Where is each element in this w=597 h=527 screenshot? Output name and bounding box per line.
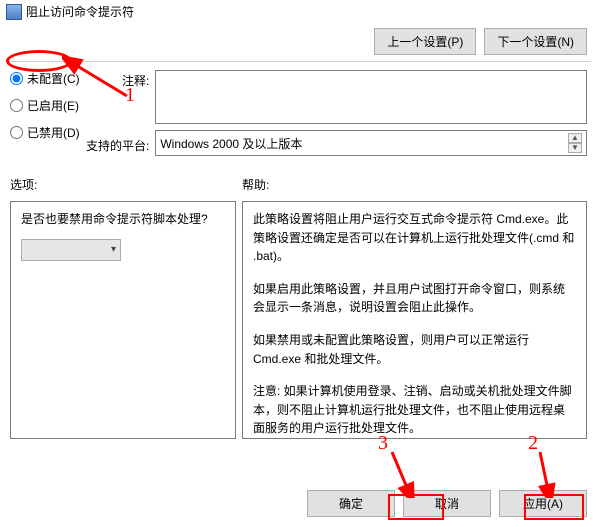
help-label: 帮助: — [242, 176, 269, 193]
help-p2: 如果启用此策略设置，并且用户试图打开命令窗口，则系统会显示一条消息，说明设置会阻… — [253, 280, 576, 317]
window-title: 阻止访问命令提示符 — [26, 3, 134, 20]
spin-up-icon[interactable]: ▲ — [568, 133, 582, 143]
cancel-button[interactable]: 取消 — [403, 490, 491, 517]
title-bar: 阻止访问命令提示符 — [0, 0, 597, 22]
apply-button[interactable]: 应用(A) — [499, 490, 587, 517]
state-radio-group: 未配置(C) 已启用(E) 已禁用(D) — [10, 70, 80, 156]
lower-panels: 是否也要禁用命令提示符脚本处理? ▾ 此策略设置将阻止用户运行交互式命令提示符 … — [0, 197, 597, 439]
help-p1: 此策略设置将阻止用户运行交互式命令提示符 Cmd.exe。此策略设置还确定是否可… — [253, 210, 576, 266]
options-question: 是否也要禁用命令提示符脚本处理? — [21, 210, 225, 229]
config-area: 未配置(C) 已启用(E) 已禁用(D) 注释: 支持的平台: Windows … — [0, 62, 597, 162]
chevron-down-icon: ▾ — [111, 242, 116, 258]
field-labels: 注释: 支持的平台: — [86, 70, 149, 156]
radio-disabled[interactable]: 已禁用(D) — [10, 124, 80, 141]
ok-button[interactable]: 确定 — [307, 490, 395, 517]
radio-not-configured[interactable]: 未配置(C) — [10, 70, 80, 87]
radio-not-configured-input[interactable] — [10, 72, 23, 85]
policy-icon — [6, 4, 22, 20]
radio-disabled-input[interactable] — [10, 126, 23, 139]
radio-enabled-input[interactable] — [10, 99, 23, 112]
radio-enabled-label: 已启用(E) — [27, 97, 79, 114]
fields-column: Windows 2000 及以上版本 ▲ ▼ — [155, 70, 587, 156]
section-labels: 选项: 帮助: — [0, 162, 597, 197]
help-p3: 如果禁用或未配置此策略设置，则用户可以正常运行 Cmd.exe 和批处理文件。 — [253, 331, 576, 368]
comment-label: 注释: — [86, 72, 149, 89]
options-label: 选项: — [10, 176, 242, 193]
options-combo[interactable]: ▾ — [21, 239, 121, 261]
platform-label: 支持的平台: — [86, 137, 149, 154]
radio-disabled-label: 已禁用(D) — [27, 124, 80, 141]
help-p4: 注意: 如果计算机使用登录、注销、启动或关机批处理文件脚本，则不阻止计算机运行批… — [253, 382, 576, 438]
platform-spinner: ▲ ▼ — [568, 133, 582, 153]
radio-not-configured-label: 未配置(C) — [27, 70, 80, 87]
help-panel: 此策略设置将阻止用户运行交互式命令提示符 Cmd.exe。此策略设置还确定是否可… — [242, 201, 587, 439]
platform-value: Windows 2000 及以上版本 — [160, 135, 302, 152]
spin-down-icon[interactable]: ▼ — [568, 143, 582, 153]
next-setting-button[interactable]: 下一个设置(N) — [484, 28, 587, 55]
options-panel: 是否也要禁用命令提示符脚本处理? ▾ — [10, 201, 236, 439]
platform-box: Windows 2000 及以上版本 ▲ ▼ — [155, 130, 587, 156]
footer-buttons: 确定 取消 应用(A) — [0, 480, 597, 527]
comment-textarea[interactable] — [155, 70, 587, 124]
prev-setting-button[interactable]: 上一个设置(P) — [374, 28, 476, 55]
nav-row: 上一个设置(P) 下一个设置(N) — [0, 22, 597, 61]
radio-enabled[interactable]: 已启用(E) — [10, 97, 80, 114]
